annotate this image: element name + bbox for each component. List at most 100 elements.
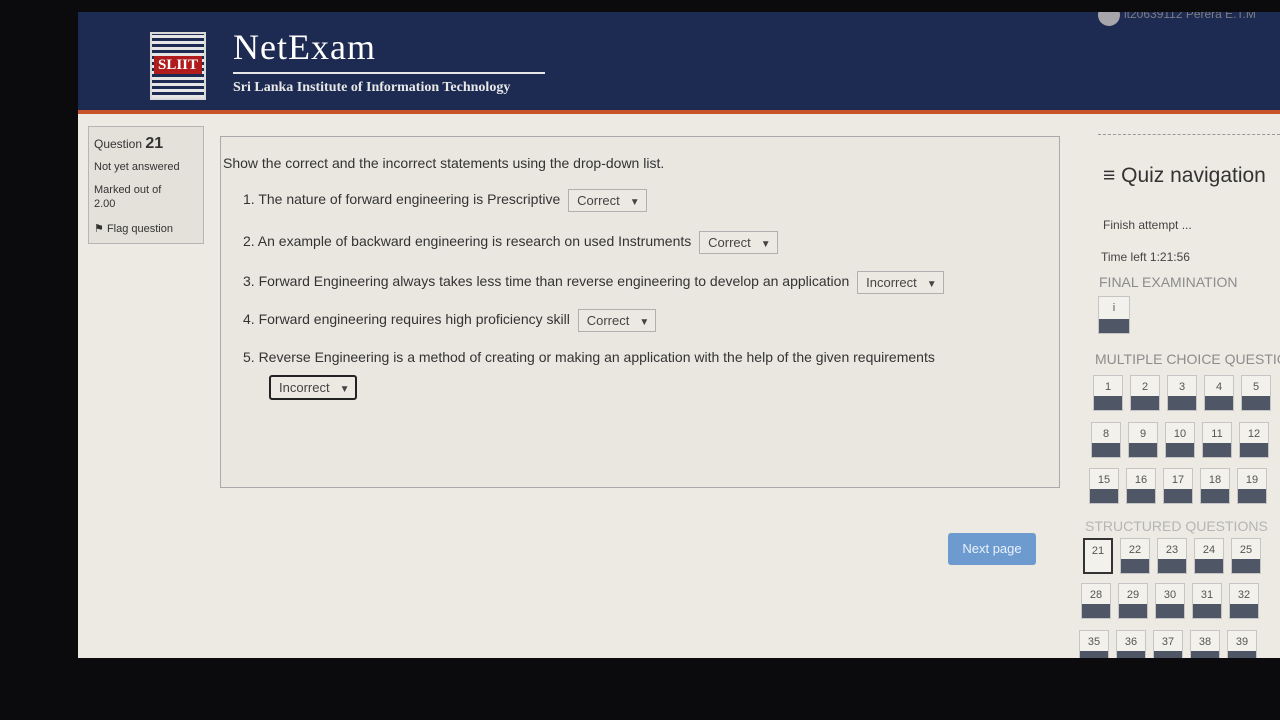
nav-number: 16	[1134, 474, 1148, 486]
nav-question-4[interactable]: 4	[1204, 375, 1234, 411]
nav-question-12[interactable]: 12	[1239, 422, 1269, 458]
final-exam-section: FINAL EXAMINATION	[1099, 274, 1238, 290]
flag-icon: ⚑	[94, 223, 104, 235]
nav-question-8[interactable]: 8	[1091, 422, 1121, 458]
nav-number: 10	[1173, 428, 1187, 440]
time-left-value: 1:21:56	[1149, 250, 1190, 264]
nav-question-17[interactable]: 17	[1163, 468, 1193, 504]
nav-number: 35	[1087, 636, 1101, 648]
answer-dropdown-2[interactable]: Correct ▼	[699, 231, 778, 254]
nav-question-1[interactable]: 1	[1093, 375, 1123, 411]
nav-number: 25	[1239, 544, 1253, 556]
nav-number: 24	[1202, 544, 1216, 556]
statement-2: 2. An example of backward engineering is…	[243, 231, 778, 254]
quiz-navigation-panel: ≡ Quiz navigation Finish attempt ... Tim…	[1079, 120, 1280, 658]
nav-question-18[interactable]: 18	[1200, 468, 1230, 504]
question-number: Question 21	[94, 135, 163, 153]
answer-dropdown-4[interactable]: Correct ▼	[577, 309, 657, 332]
nav-question-10[interactable]: 10	[1165, 422, 1195, 458]
multiple-choice-section: MULTIPLE CHOICE QUESTIO	[1095, 351, 1280, 367]
nav-question-29[interactable]: 29	[1118, 583, 1148, 619]
flag-label: Flag question	[106, 223, 173, 235]
marks-value: 2.00	[94, 198, 116, 210]
structured-section: STRUCTURED QUESTIONS	[1085, 518, 1268, 534]
nav-number: 17	[1171, 474, 1185, 486]
institute-name: Sri Lanka Institute of Information Techn…	[233, 80, 511, 95]
panel-divider	[1098, 134, 1280, 135]
answer-dropdown-1[interactable]: Correct ▼	[568, 189, 647, 212]
chevron-down-icon: ▼	[339, 384, 350, 395]
statement-text: 5. Reverse Engineering is a method of cr…	[243, 349, 935, 365]
user-menu[interactable]: it20639112 Perera E.T.M	[1098, 12, 1256, 26]
nav-question-35[interactable]: 35	[1079, 630, 1109, 658]
nav-question-16[interactable]: 16	[1126, 468, 1156, 504]
nav-question-37[interactable]: 37	[1153, 630, 1183, 658]
statement-text: 2. An example of backward engineering is…	[243, 233, 692, 250]
question-content: Show the correct and the incorrect state…	[220, 136, 1060, 488]
chevron-down-icon: ▼	[639, 317, 650, 328]
nav-question-15[interactable]: 15	[1089, 468, 1119, 504]
nav-question-28[interactable]: 28	[1081, 583, 1111, 619]
nav-question-2[interactable]: 2	[1130, 375, 1160, 411]
logo-text: SLIIT	[154, 56, 202, 74]
nav-number: 38	[1198, 636, 1212, 648]
avatar	[1098, 12, 1120, 26]
answer-dropdown-3[interactable]: Incorrect ▼	[857, 271, 944, 294]
time-left-label: Time left	[1101, 250, 1147, 264]
nav-number: 23	[1165, 544, 1179, 556]
statement-text: 1. The nature of forward engineering is …	[243, 191, 561, 208]
time-left: Time left 1:21:56	[1101, 250, 1190, 264]
dropdown-value: Incorrect	[866, 275, 917, 290]
nav-number: 22	[1128, 544, 1142, 556]
nav-number: 1	[1104, 381, 1112, 393]
nav-question-31[interactable]: 31	[1192, 583, 1222, 619]
nav-question-36[interactable]: 36	[1116, 630, 1146, 658]
nav-number: 11	[1211, 428, 1223, 440]
nav-question-5[interactable]: 5	[1241, 375, 1271, 411]
nav-number: 3	[1178, 381, 1186, 393]
nav-number: 2	[1141, 381, 1149, 393]
nav-question-9[interactable]: 9	[1128, 422, 1158, 458]
nav-question-25[interactable]: 25	[1231, 538, 1261, 574]
answer-dropdown-5[interactable]: Incorrect ▼	[269, 375, 358, 400]
dropdown-value: Correct	[577, 193, 620, 208]
question-prompt: Show the correct and the incorrect state…	[223, 155, 665, 171]
nav-question-32[interactable]: 32	[1229, 583, 1259, 619]
question-info-panel: Question 21 Not yet answered Marked out …	[88, 126, 204, 244]
question-label: Question	[94, 137, 143, 151]
nav-number: 29	[1126, 589, 1140, 601]
statement-3: 3. Forward Engineering always takes less…	[243, 271, 944, 294]
nav-question-23[interactable]: 23	[1157, 538, 1187, 574]
question-number-value: 21	[145, 135, 164, 152]
nav-question-21[interactable]: 21	[1083, 538, 1113, 574]
nav-question-30[interactable]: 30	[1155, 583, 1185, 619]
nav-number: 9	[1139, 428, 1147, 440]
nav-question-3[interactable]: 3	[1167, 375, 1197, 411]
nav-question-11[interactable]: 11	[1202, 422, 1232, 458]
nav-question-38[interactable]: 38	[1190, 630, 1220, 658]
nav-number: 15	[1097, 474, 1111, 486]
dropdown-value: Correct	[708, 235, 751, 250]
finish-attempt-link[interactable]: Finish attempt ...	[1103, 218, 1192, 232]
nav-number: 30	[1163, 589, 1177, 601]
brand-divider	[233, 72, 545, 74]
nav-number: 21	[1091, 545, 1105, 557]
sliit-logo: SLIIT	[150, 32, 206, 100]
nav-question-19[interactable]: 19	[1237, 468, 1267, 504]
quiz-navigation-label: Quiz navigation	[1121, 164, 1266, 187]
nav-number: 8	[1102, 428, 1110, 440]
marked-out-of-label: Marked out of	[94, 184, 162, 196]
next-page-button[interactable]: Next page	[948, 533, 1036, 565]
nav-question-22[interactable]: 22	[1120, 538, 1150, 574]
info-page-button[interactable]: i	[1098, 296, 1130, 334]
nav-number: 12	[1247, 428, 1261, 440]
info-icon: i	[1112, 302, 1116, 314]
nav-question-24[interactable]: 24	[1194, 538, 1224, 574]
nav-number: 4	[1215, 381, 1223, 393]
statement-4: 4. Forward engineering requires high pro…	[243, 309, 657, 332]
nav-question-39[interactable]: 39	[1227, 630, 1257, 658]
dropdown-value: Incorrect	[279, 380, 330, 395]
nav-number: 18	[1208, 474, 1222, 486]
flag-question-link[interactable]: ⚑ Flag question	[94, 222, 173, 235]
netexam-brand[interactable]: NetExam	[233, 26, 376, 68]
